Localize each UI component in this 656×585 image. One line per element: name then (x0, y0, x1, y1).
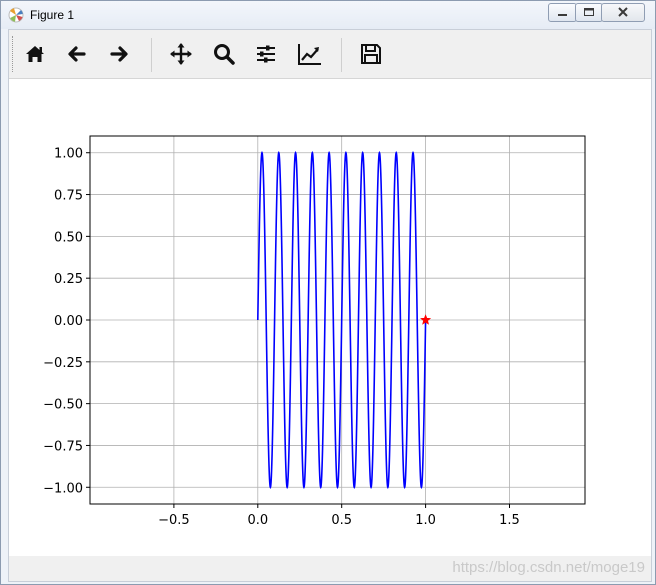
toolbar-grip[interactable] (12, 36, 15, 72)
x-tick-label: 0.0 (247, 513, 268, 528)
home-icon (26, 46, 44, 62)
y-tick-label: 0.75 (54, 189, 83, 204)
line-chart[interactable]: −0.5 0.0 0.5 1.0 1.5 1.00 0.75 0.50 0.25 0.00 −0.2… (9, 79, 651, 553)
navigation-toolbar (9, 30, 651, 79)
y-tick-label: 0.50 (54, 230, 83, 245)
save-button[interactable] (356, 39, 386, 69)
x-tick-label: 1.5 (499, 513, 520, 528)
zoom-button[interactable] (209, 39, 239, 69)
subplots-config-icon (257, 45, 275, 63)
edit-axis-icon (298, 44, 321, 65)
close-button[interactable] (601, 3, 645, 22)
configure-subplots-button[interactable] (251, 39, 281, 69)
window-title: Figure 1 (30, 8, 75, 22)
matplotlib-logo-icon (8, 7, 24, 23)
figure-window: Figure 1 −0.5 0.0 0.5 1.0 1.5 1.00 0.75 … (0, 0, 656, 585)
plot-area[interactable]: −0.5 0.0 0.5 1.0 1.5 1.00 0.75 0.50 0.25 0.00 −0.2… (9, 79, 651, 553)
back-arrow-icon (68, 46, 86, 62)
watermark-text: https://blog.csdn.net/moge19 (452, 559, 645, 576)
y-tick-label: 0.25 (54, 272, 83, 287)
y-tick-label: −0.50 (43, 398, 83, 413)
maximize-button[interactable] (575, 3, 603, 22)
minimize-icon (558, 14, 567, 16)
zoom-icon (214, 44, 235, 65)
status-bar: https://blog.csdn.net/moge19 (9, 556, 651, 581)
figure-canvas-container: −0.5 0.0 0.5 1.0 1.5 1.00 0.75 0.50 0.25 0.00 −0.2… (8, 29, 652, 582)
title-bar[interactable]: Figure 1 (1, 1, 655, 29)
x-tick-label: 0.5 (331, 513, 352, 528)
y-tick-label: −0.75 (43, 439, 83, 454)
forward-button[interactable] (104, 39, 134, 69)
home-button[interactable] (20, 39, 50, 69)
pan-button[interactable] (166, 39, 196, 69)
edit-axis-button[interactable] (295, 39, 325, 69)
toolbar-separator (151, 38, 152, 72)
minimize-button[interactable] (548, 3, 577, 22)
toolbar-separator (341, 38, 342, 72)
y-tick-label: −1.00 (43, 481, 83, 496)
save-icon (361, 44, 381, 64)
y-tick-label: −0.25 (43, 356, 83, 371)
y-tick-label: 0.00 (54, 314, 83, 329)
back-button[interactable] (62, 39, 92, 69)
pan-icon (170, 43, 192, 65)
maximize-icon (584, 8, 594, 16)
x-tick-label: −0.5 (158, 513, 190, 528)
x-tick-label: 1.0 (415, 513, 436, 528)
forward-arrow-icon (110, 46, 128, 62)
y-tick-label: 1.00 (54, 147, 83, 162)
close-icon (618, 7, 628, 17)
